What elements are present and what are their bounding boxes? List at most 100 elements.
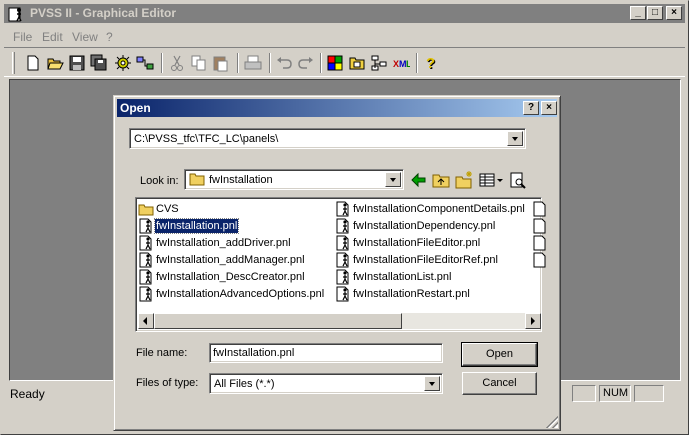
file-name: fwInstallationComponentDetails.pnl	[353, 203, 525, 215]
new-folder-icon[interactable]	[454, 170, 474, 190]
file-name: fwInstallationFileEditorRef.pnl	[353, 254, 498, 266]
files-of-type-combobox[interactable]: All Files (*.*)	[209, 373, 443, 394]
scroll-right-button[interactable]	[525, 313, 541, 329]
paste-icon[interactable]	[212, 54, 230, 72]
help-icon[interactable]: ??	[423, 54, 441, 72]
open-button[interactable]: Open	[461, 342, 538, 367]
toolbar-separator	[237, 53, 239, 73]
horizontal-scrollbar[interactable]	[138, 313, 541, 329]
details-view-icon[interactable]	[508, 170, 528, 190]
file-name-label: File name:	[136, 347, 188, 359]
file-name: fwInstallation.pnl	[153, 218, 240, 234]
open-dialog: Open ? × C:\PVSS_tfc\TFC_LC\panels\ Look…	[113, 95, 561, 431]
panel-file-icon	[336, 201, 349, 217]
dialog-title: Open	[120, 101, 151, 115]
folder-icon	[138, 204, 154, 216]
view-menu-icon[interactable]	[478, 170, 504, 190]
xml-icon[interactable]: XML	[392, 54, 410, 72]
toolbar-separator	[416, 53, 418, 73]
file-list[interactable]: CVS fwInstallation.pnl fwInstallation_addD…	[135, 197, 546, 332]
maximize-button[interactable]: □	[647, 6, 663, 20]
file-name: fwInstallationAdvancedOptions.pnl	[156, 288, 325, 300]
files-of-type-label: Files of type:	[136, 377, 199, 389]
tree-icon[interactable]	[370, 54, 388, 72]
print-icon[interactable]	[244, 54, 262, 72]
panel-file-icon	[139, 269, 152, 285]
panel-file-icon	[139, 235, 152, 251]
file-name-input[interactable]	[212, 346, 432, 360]
toolbar-grip[interactable]	[12, 52, 15, 74]
save-all-icon[interactable]	[90, 54, 108, 72]
look-in-label: Look in:	[140, 175, 179, 187]
status-pane-scroll	[634, 385, 664, 402]
look-in-value: fwInstallation	[209, 174, 273, 186]
look-in-combobox[interactable]: fwInstallation	[184, 169, 404, 190]
chevron-down-icon[interactable]	[385, 172, 401, 187]
file-name: fwInstallationRestart.pnl	[353, 288, 470, 300]
pvss-app-icon	[8, 7, 22, 22]
panel-file-icon	[336, 252, 349, 268]
panel-file-icon	[336, 269, 349, 285]
panel-icon[interactable]	[348, 54, 366, 72]
panel-file-icon	[336, 286, 349, 302]
file-name: fwInstallationList.pnl	[353, 271, 452, 283]
panel-file-icon	[533, 252, 546, 268]
resize-grip[interactable]	[546, 416, 558, 428]
main-window-title: PVSS II - Graphical Editor	[30, 6, 177, 20]
chevron-down-icon[interactable]	[507, 131, 523, 146]
panel-file-icon	[139, 252, 152, 268]
svg-text:?: ?	[426, 55, 435, 72]
scroll-thumb[interactable]	[154, 313, 402, 329]
scroll-left-button[interactable]	[138, 313, 154, 329]
status-pane-num: NUM	[599, 385, 631, 402]
settings-icon[interactable]	[114, 54, 132, 72]
panel-file-icon	[336, 235, 349, 251]
status-pane-caps	[572, 385, 596, 402]
path-value: C:\PVSS_tfc\TFC_LC\panels\	[134, 133, 279, 145]
path-combobox[interactable]: C:\PVSS_tfc\TFC_LC\panels\	[129, 128, 526, 149]
panel-file-icon	[533, 201, 546, 217]
undo-icon[interactable]	[275, 54, 293, 72]
redo-icon[interactable]	[297, 54, 315, 72]
dialog-help-button[interactable]: ?	[523, 101, 539, 115]
panel-file-icon	[533, 235, 546, 251]
dialog-close-button[interactable]: ×	[541, 101, 557, 115]
open-icon[interactable]	[46, 54, 64, 72]
menu-view[interactable]: View	[72, 30, 98, 44]
new-icon[interactable]	[24, 54, 42, 72]
menu-file[interactable]: File	[13, 30, 32, 44]
toolbar-separator	[269, 53, 271, 73]
dialog-title-bar[interactable]: Open ? ×	[117, 99, 557, 117]
chevron-left-icon	[143, 317, 147, 325]
color-palette-icon[interactable]	[326, 54, 344, 72]
menu-help[interactable]: ?	[106, 30, 113, 44]
file-name: fwInstallationDependency.pnl	[353, 220, 496, 232]
file-name-field[interactable]	[209, 343, 443, 363]
file-name: fwInstallationFileEditor.pnl	[353, 237, 481, 249]
file-name: fwInstallation_addDriver.pnl	[156, 237, 291, 249]
toolbar-separator	[161, 53, 163, 73]
svg-text:L: L	[406, 59, 410, 69]
file-name: fwInstallation_DescCreator.pnl	[156, 271, 305, 283]
folder-icon	[189, 173, 205, 186]
cut-icon[interactable]	[168, 54, 186, 72]
up-folder-icon[interactable]	[431, 170, 451, 190]
panel-file-icon	[139, 286, 152, 302]
panel-file-icon	[533, 218, 546, 234]
panel-file-icon	[139, 218, 152, 234]
save-icon[interactable]	[68, 54, 86, 72]
toolbar-separator	[320, 53, 322, 73]
back-arrow-icon[interactable]	[409, 170, 429, 190]
menu-bar: File Edit View ?	[4, 26, 685, 46]
cancel-button[interactable]: Cancel	[462, 372, 537, 395]
toolbar: XML ??	[4, 47, 685, 77]
menu-edit[interactable]: Edit	[42, 30, 63, 44]
files-of-type-value: All Files (*.*)	[214, 378, 275, 390]
main-title-bar[interactable]: PVSS II - Graphical Editor _ □ ×	[4, 4, 685, 23]
panel-file-icon	[336, 218, 349, 234]
network-icon[interactable]	[136, 54, 154, 72]
minimize-button[interactable]: _	[630, 6, 646, 20]
close-button[interactable]: ×	[666, 6, 682, 20]
chevron-down-icon[interactable]	[424, 376, 440, 391]
copy-icon[interactable]	[190, 54, 208, 72]
